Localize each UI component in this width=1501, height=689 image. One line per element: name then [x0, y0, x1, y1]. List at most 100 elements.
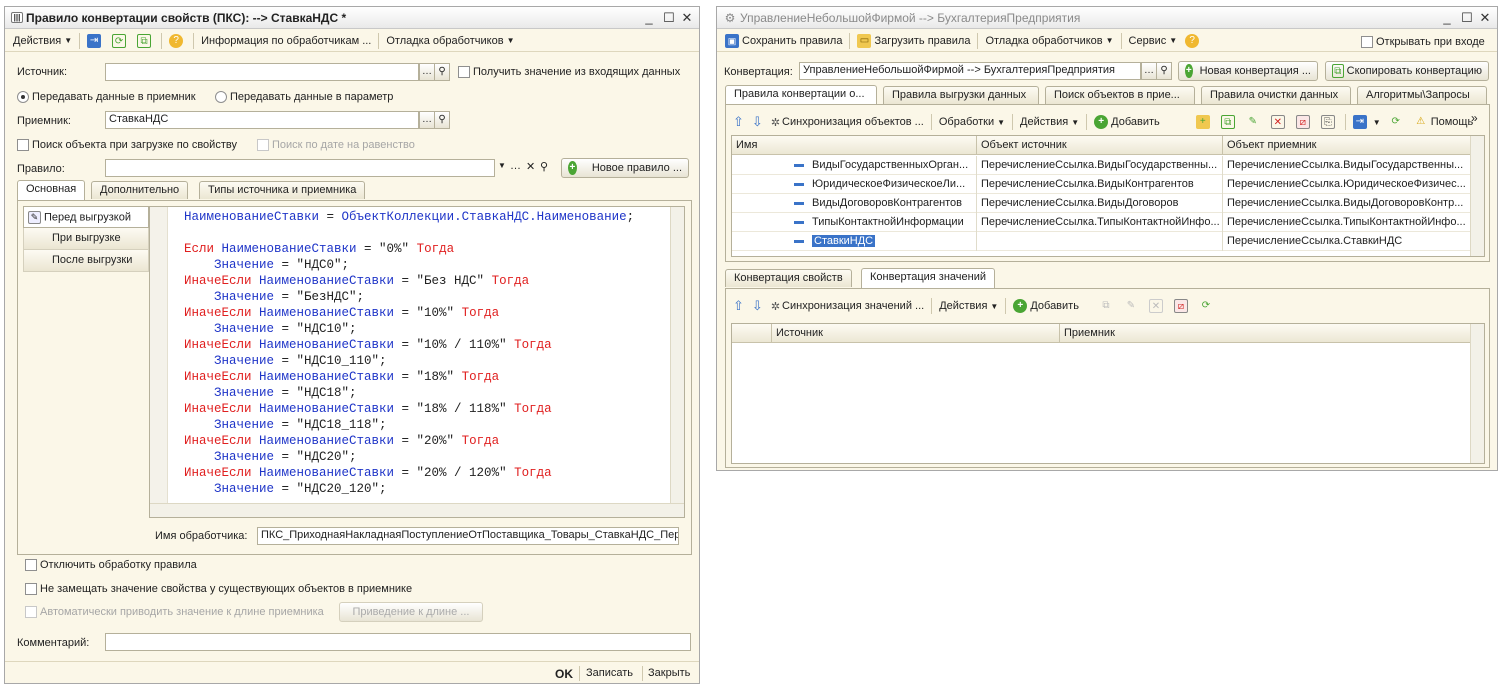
- code-vertical-scrollbar[interactable]: [670, 207, 684, 505]
- actions-menu[interactable]: Действия ▼: [1016, 112, 1083, 132]
- add-rule-button[interactable]: + Добавить: [1090, 112, 1164, 132]
- no-replace-checkbox[interactable]: [25, 583, 37, 595]
- rule-field[interactable]: [105, 159, 495, 177]
- delete-rule-button[interactable]: ✕: [1267, 112, 1292, 132]
- code-line[interactable]: Если НаименованиеСтавки = "0%" Тогда: [184, 241, 634, 257]
- search-date-checkbox[interactable]: [257, 139, 269, 151]
- copy-rule-button[interactable]: ⧉: [1217, 112, 1242, 132]
- receiver-search-icon[interactable]: ⚲: [434, 111, 450, 129]
- code-line[interactable]: Значение = "НДС0";: [184, 257, 634, 273]
- actions-menu[interactable]: Действия ▼: [935, 296, 1002, 316]
- copy-conversion-button[interactable]: ⧉ Скопировать конвертацию: [1325, 61, 1489, 81]
- conversion-select-button[interactable]: …: [1141, 62, 1157, 80]
- tab-object-conversion-rules[interactable]: Правила конвертации о...: [725, 85, 877, 105]
- table-row-selected[interactable]: СтавкиНДС ПеречислениеСсылка.СтавкиНДС: [732, 232, 1471, 251]
- window-titlebar[interactable]: ||| Правило конвертации свойств (ПКС): -…: [5, 7, 699, 29]
- move-up-button[interactable]: ⇧: [729, 112, 748, 132]
- rule-select-icon[interactable]: …: [510, 160, 521, 172]
- tab-types[interactable]: Типы источника и приемника: [199, 181, 366, 199]
- help-button[interactable]: ?: [1181, 31, 1206, 51]
- code-line[interactable]: ИначеЕсли НаименованиеСтавки = "Без НДС"…: [184, 273, 634, 289]
- handler-after-export[interactable]: После выгрузки: [23, 250, 149, 272]
- move-down-button[interactable]: ⇩: [748, 296, 767, 316]
- auto-length-checkbox[interactable]: [25, 606, 37, 618]
- tab-search-objects[interactable]: Поиск объектов в прие...: [1045, 86, 1195, 104]
- tab-algorithms[interactable]: Алгоритмы\Запросы: [1357, 86, 1487, 104]
- code-line[interactable]: Значение = "НДС10";: [184, 321, 634, 337]
- code-editor[interactable]: НаименованиеСтавки = ОбъектКоллекции.Ста…: [149, 206, 685, 518]
- ok-button[interactable]: OK: [555, 667, 573, 681]
- sync-values-button[interactable]: ✲ Синхронизация значений ...: [767, 296, 928, 316]
- actions-menu[interactable]: Действия ▼: [9, 31, 76, 51]
- new-rule-button[interactable]: + Новое правило ...: [561, 158, 689, 178]
- close-icon[interactable]: ✕: [679, 10, 695, 26]
- rule-dropdown-icon[interactable]: ▼: [495, 161, 509, 170]
- refresh-button[interactable]: ⟳: [1385, 112, 1410, 132]
- help-button[interactable]: ⚠ Помощь: [1410, 112, 1478, 132]
- search-object-checkbox[interactable]: [17, 139, 29, 151]
- add-folder-button[interactable]: +: [1192, 112, 1217, 132]
- code-line[interactable]: ИначеЕсли НаименованиеСтавки = "20%" Тог…: [184, 433, 634, 449]
- column-header-source[interactable]: Источник: [772, 324, 1060, 343]
- processing-menu[interactable]: Обработки ▼: [935, 112, 1009, 132]
- more-chevron-icon[interactable]: »: [1471, 111, 1478, 125]
- tab-value-conversion[interactable]: Конвертация значений: [861, 268, 996, 288]
- rules-vertical-scrollbar[interactable]: [1470, 136, 1484, 256]
- open-on-enter-checkbox[interactable]: [1361, 36, 1373, 48]
- add-value-button[interactable]: + Добавить: [1009, 296, 1083, 316]
- mark-delete-button[interactable]: ⧄: [1292, 112, 1317, 132]
- tab-export-rules[interactable]: Правила выгрузки данных: [883, 86, 1039, 104]
- code-text[interactable]: НаименованиеСтавки = ОбъектКоллекции.Ста…: [184, 209, 634, 497]
- service-menu[interactable]: Сервис ▼: [1125, 31, 1182, 51]
- radio-pass-to-receiver[interactable]: [17, 91, 29, 103]
- table-row[interactable]: ЮридическоеФизическоеЛи... ПеречислениеС…: [732, 175, 1471, 194]
- open-rule-button[interactable]: ⎘: [1317, 112, 1342, 132]
- column-header-receiver[interactable]: Приемник: [1060, 324, 1472, 343]
- code-line[interactable]: ИначеЕсли НаименованиеСтавки = "18%" Тог…: [184, 369, 634, 385]
- code-line[interactable]: ИначеЕсли НаименованиеСтавки = "10% / 11…: [184, 337, 634, 353]
- sync-objects-button[interactable]: ✲ Синхронизация объектов ...: [767, 112, 928, 132]
- window-titlebar[interactable]: ⚙ УправлениеНебольшойФирмой --> Бухгалте…: [717, 7, 1497, 29]
- radio-pass-to-param[interactable]: [215, 91, 227, 103]
- copy-button[interactable]: ⧉: [133, 31, 158, 51]
- code-line[interactable]: [184, 225, 634, 241]
- table-row[interactable]: ВидыДоговоровКонтрагентов ПеречислениеСс…: [732, 194, 1471, 213]
- receiver-select-button[interactable]: …: [419, 111, 435, 129]
- code-line[interactable]: Значение = "БезНДС";: [184, 289, 634, 305]
- code-line[interactable]: Значение = "НДС18_118";: [184, 417, 634, 433]
- handler-on-export[interactable]: При выгрузке: [23, 228, 149, 250]
- minimize-icon[interactable]: _: [641, 10, 657, 26]
- tab-cleanup-rules[interactable]: Правила очистки данных: [1201, 86, 1351, 104]
- get-value-incoming-checkbox[interactable]: [458, 66, 470, 78]
- tab-main[interactable]: Основная: [17, 180, 86, 200]
- handlers-info-button[interactable]: Информация по обработчикам ...: [197, 31, 375, 51]
- comment-field[interactable]: [105, 633, 691, 651]
- code-line[interactable]: Значение = "НДС20";: [184, 449, 634, 465]
- values-grid[interactable]: Источник Приемник: [731, 323, 1485, 464]
- delete-value-button[interactable]: ✕: [1145, 296, 1170, 316]
- column-header-source[interactable]: Объект источник: [977, 136, 1223, 155]
- save-button[interactable]: Записать: [586, 667, 633, 679]
- maximize-icon[interactable]: ☐: [1459, 10, 1475, 26]
- receiver-field[interactable]: СтавкаНДС: [105, 111, 419, 129]
- save-rules-button[interactable]: ▣ Сохранить правила: [721, 31, 846, 51]
- refresh-button[interactable]: ⟳: [108, 31, 133, 51]
- source-search-icon[interactable]: ⚲: [434, 63, 450, 81]
- column-header-name[interactable]: Имя: [732, 136, 977, 155]
- code-horizontal-scrollbar[interactable]: [150, 503, 684, 517]
- edit-value-button[interactable]: ✎: [1120, 296, 1145, 316]
- handler-before-export[interactable]: ✎ Перед выгрузкой: [23, 206, 149, 228]
- code-line[interactable]: ИначеЕсли НаименованиеСтавки = "18% / 11…: [184, 401, 634, 417]
- move-up-button[interactable]: ⇧: [729, 296, 748, 316]
- code-line[interactable]: ИначеЕсли НаименованиеСтавки = "10%" Тог…: [184, 305, 634, 321]
- copy-value-button[interactable]: ⧉: [1095, 296, 1120, 316]
- code-line[interactable]: Значение = "НДС20_120";: [184, 481, 634, 497]
- export-menu[interactable]: ⇥ ▼: [1349, 112, 1385, 132]
- tab-property-conversion[interactable]: Конвертация свойств: [725, 269, 852, 287]
- table-row[interactable]: ТипыКонтактнойИнформации ПеречислениеСсы…: [732, 213, 1471, 232]
- close-icon[interactable]: ✕: [1477, 10, 1493, 26]
- code-line[interactable]: Значение = "НДС18";: [184, 385, 634, 401]
- maximize-icon[interactable]: ☐: [661, 10, 677, 26]
- cast-length-button[interactable]: Приведение к длине ...: [339, 602, 483, 622]
- edit-rule-button[interactable]: ✎: [1242, 112, 1267, 132]
